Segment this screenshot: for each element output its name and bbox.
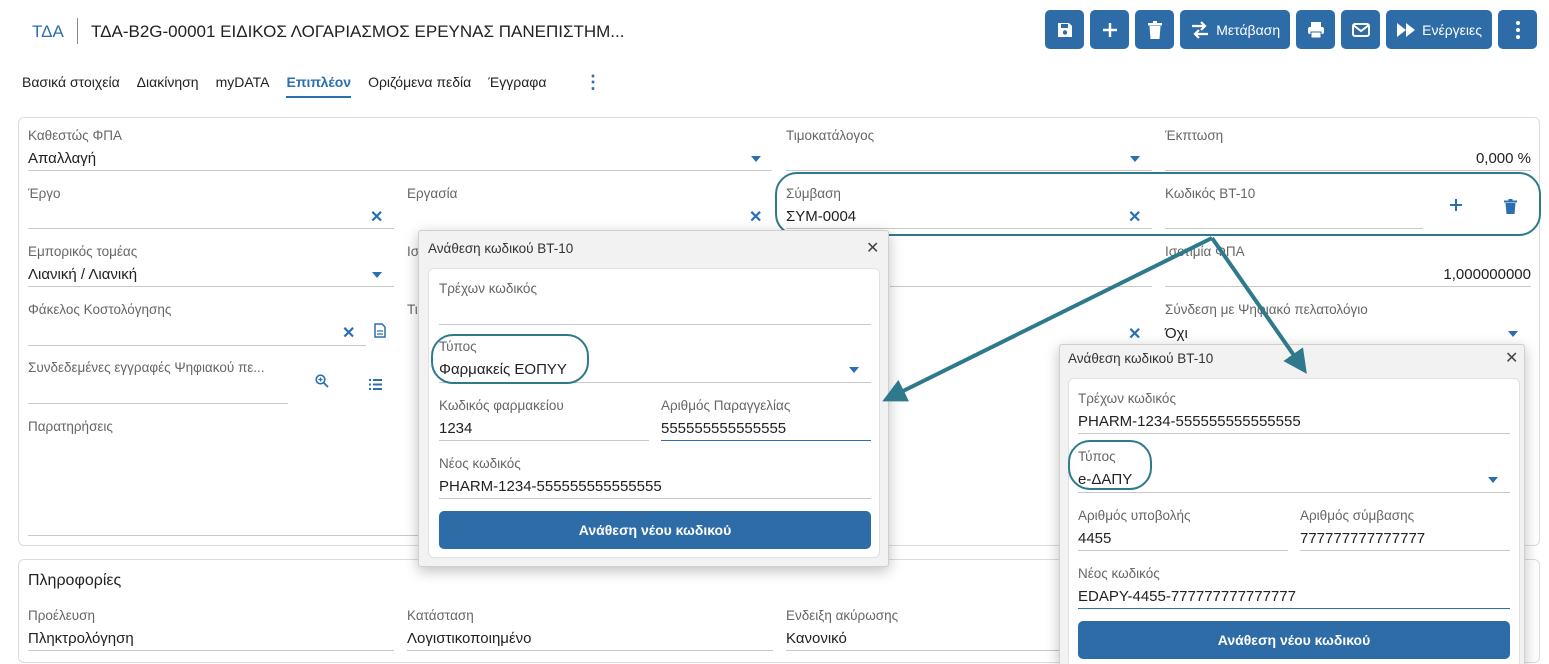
annotation-arrows bbox=[882, 236, 1307, 402]
annotation-arrow-to-dialog1 bbox=[882, 236, 1213, 402]
annotation-arrow-to-dialog2 bbox=[1210, 236, 1307, 374]
